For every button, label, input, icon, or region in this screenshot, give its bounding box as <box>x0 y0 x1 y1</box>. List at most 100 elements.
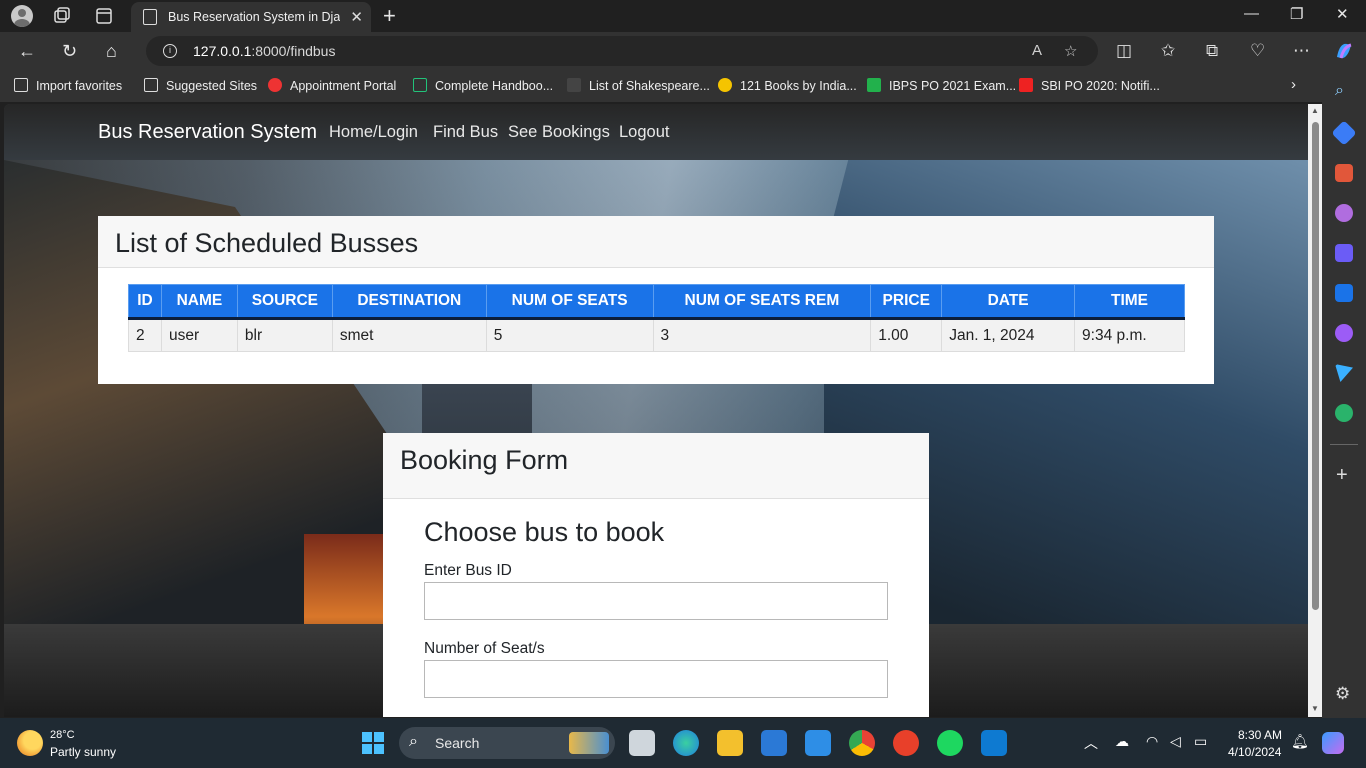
copilot-taskbar-icon[interactable] <box>1322 732 1344 754</box>
tree-icon[interactable] <box>1335 404 1353 422</box>
edge-browser-icon[interactable] <box>673 730 699 756</box>
favorites-icon[interactable]: ✩ <box>1161 41 1175 61</box>
search-icon: ⌕ <box>409 733 418 750</box>
card-title: List of Scheduled Busses <box>115 228 419 258</box>
tools-briefcase-icon[interactable] <box>1335 164 1353 182</box>
close-window-icon[interactable]: ✕ <box>1336 5 1349 23</box>
column-header-source: SOURCE <box>236 284 333 320</box>
weather-temperature[interactable]: 28°C <box>50 729 75 741</box>
nav-find-bus[interactable]: Find Bus <box>433 123 498 142</box>
bookmark-shakespeare[interactable]: List of Shakespeare... <box>567 78 710 93</box>
nav-home-login[interactable]: Home/Login <box>329 123 418 142</box>
scroll-up-icon[interactable]: ▲ <box>1311 106 1319 115</box>
workspaces-icon[interactable] <box>52 6 72 26</box>
outlook-icon[interactable] <box>1335 284 1353 302</box>
column-header-num-seats: NUM OF SEATS <box>485 284 654 320</box>
nav-logout[interactable]: Logout <box>619 123 669 142</box>
weather-description[interactable]: Partly sunny <box>50 745 116 759</box>
card-header: Booking Form <box>383 433 929 499</box>
clock-date[interactable]: 4/10/2024 <box>1228 745 1281 759</box>
microsoft365-icon[interactable] <box>1335 244 1353 262</box>
shopping-tag-icon[interactable] <box>1331 120 1357 146</box>
brand-logo-text[interactable]: Bus Reservation System <box>98 121 317 144</box>
restore-icon[interactable]: ❐ <box>1290 5 1303 23</box>
more-menu-icon[interactable]: ⋯ <box>1293 41 1310 61</box>
scroll-thumb[interactable] <box>1312 122 1319 610</box>
chrome-icon[interactable] <box>849 730 875 756</box>
taskbar-search[interactable]: ⌕ Search <box>399 727 615 759</box>
send-icon[interactable] <box>1335 364 1353 382</box>
handbook-icon <box>413 78 427 92</box>
portal-icon <box>268 78 282 92</box>
weather-sun-icon[interactable] <box>17 730 43 756</box>
split-screen-icon[interactable]: ◫ <box>1116 41 1132 61</box>
task-view-icon[interactable] <box>629 730 655 756</box>
windows-taskbar: 28°C Partly sunny ⌕ Search ︿ ☁ ◠ ◁ ▭ 8:3… <box>0 718 1366 768</box>
scroll-down-icon[interactable]: ▼ <box>1311 704 1319 713</box>
bookmark-complete-handbook[interactable]: Complete Handboo... <box>413 78 553 93</box>
search-label: Search <box>435 735 480 751</box>
browser-tab-active[interactable]: Bus Reservation System in Djang ✕ <box>131 2 371 32</box>
nav-see-bookings[interactable]: See Bookings <box>508 123 610 142</box>
extensions-icon[interactable]: ♡ <box>1250 41 1265 61</box>
back-icon[interactable]: ← <box>18 40 36 62</box>
news-icon <box>1019 78 1033 92</box>
more-bookmarks-chevron-icon[interactable]: › <box>1291 76 1296 93</box>
spotify-icon[interactable] <box>937 730 963 756</box>
profile-avatar-icon[interactable] <box>11 5 33 27</box>
notifications-bell-icon[interactable]: 🔔︎ <box>1291 733 1309 750</box>
bookmark-ibps-po[interactable]: IBPS PO 2021 Exam... <box>867 78 1016 93</box>
cell-name: user <box>160 318 238 352</box>
file-explorer-icon[interactable] <box>717 730 743 756</box>
column-header-num-seats-rem: NUM OF SEATS REM <box>652 284 872 320</box>
cell-source: blr <box>236 318 333 352</box>
browser-toolbar: ← ↻ ⌂ i 127.0.0.1:8000/findbus A ☆ ◫ ✩ ⧉… <box>0 32 1366 70</box>
site-info-icon[interactable]: i <box>163 44 177 58</box>
page-viewport: Bus Reservation System Home/Login Find B… <box>4 104 1322 717</box>
bookmark-appointment-portal[interactable]: Appointment Portal <box>268 78 396 93</box>
tab-actions-icon[interactable] <box>94 6 114 26</box>
search-highlight-icon <box>569 732 609 754</box>
onedrive-icon[interactable]: ☁ <box>1115 733 1129 750</box>
read-aloud-icon[interactable]: A <box>1032 42 1042 59</box>
vscode-icon[interactable] <box>981 730 1007 756</box>
page-icon <box>143 9 157 25</box>
battery-icon[interactable]: ▭ <box>1194 733 1207 750</box>
bookmark-suggested-sites[interactable]: Suggested Sites <box>144 78 257 93</box>
bus-id-label: Enter Bus ID <box>424 562 512 579</box>
bookmark-sbi-po[interactable]: SBI PO 2020: Notifi... <box>1019 78 1160 93</box>
seats-input[interactable] <box>424 660 888 698</box>
page-scrollbar[interactable]: ▲ ▼ <box>1308 104 1322 717</box>
table-row: 2 user blr smet 5 3 1.00 Jan. 1, 2024 9:… <box>128 318 1185 352</box>
close-tab-icon[interactable]: ✕ <box>350 8 363 26</box>
mail-icon[interactable] <box>805 730 831 756</box>
bookmark-import-favorites[interactable]: Import favorites <box>14 78 122 93</box>
minimize-icon[interactable]: — <box>1244 5 1259 22</box>
bus-id-input[interactable] <box>424 582 888 620</box>
search-icon[interactable]: ⌕ <box>1335 82 1344 100</box>
favorite-star-icon[interactable]: ☆ <box>1064 42 1077 60</box>
volume-muted-icon[interactable]: ◁ <box>1170 733 1181 750</box>
add-icon[interactable]: + <box>1336 464 1348 487</box>
clock-time[interactable]: 8:30 AM <box>1238 728 1282 742</box>
new-tab-icon[interactable]: + <box>383 3 396 29</box>
address-bar[interactable]: i 127.0.0.1:8000/findbus A ☆ <box>146 36 1098 66</box>
wps-office-icon[interactable] <box>893 730 919 756</box>
card-header: List of Scheduled Busses <box>98 216 1214 268</box>
wifi-icon[interactable]: ◠ <box>1146 733 1158 750</box>
microsoft-store-icon[interactable] <box>761 730 787 756</box>
designer-icon[interactable] <box>1335 324 1353 342</box>
home-icon[interactable]: ⌂ <box>106 40 117 62</box>
refresh-icon[interactable]: ↻ <box>62 40 77 62</box>
show-hidden-icons-chevron-icon[interactable]: ︿ <box>1084 733 1098 753</box>
cell-time: 9:34 p.m. <box>1074 318 1185 352</box>
edge-sidebar: ⌕ + ⚙ <box>1322 70 1366 718</box>
settings-gear-icon[interactable]: ⚙ <box>1335 684 1350 704</box>
url-text[interactable]: 127.0.0.1:8000/findbus <box>193 43 335 59</box>
bookmarks-bar: Import favorites Suggested Sites Appoint… <box>0 70 1366 102</box>
collections-icon[interactable]: ⧉ <box>1206 41 1218 61</box>
start-windows-icon[interactable] <box>362 732 384 754</box>
bookmark-121-books[interactable]: 121 Books by India... <box>718 78 857 93</box>
games-icon[interactable] <box>1335 204 1353 222</box>
copilot-icon[interactable] <box>1333 40 1355 62</box>
